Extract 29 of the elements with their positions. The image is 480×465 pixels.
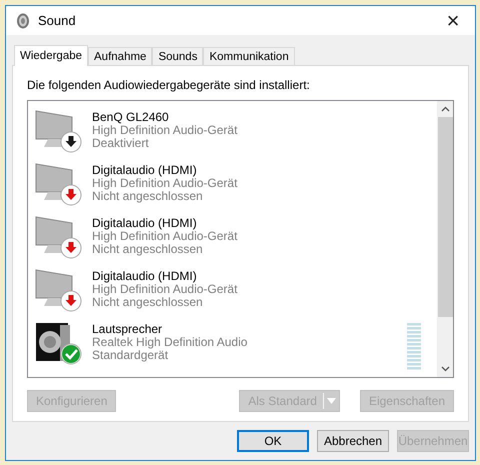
- speaker-icon: [16, 12, 30, 28]
- device-name: Digitalaudio (HDMI): [92, 164, 198, 177]
- tab[interactable]: Kommunikation: [203, 47, 295, 65]
- device-name: Lautsprecher: [92, 323, 164, 336]
- scroll-up-icon[interactable]: [440, 106, 450, 112]
- dialog-button[interactable]: OK: [237, 430, 309, 452]
- scroll-down-icon[interactable]: [440, 366, 450, 372]
- device-state: Nicht angeschlossen: [92, 243, 204, 256]
- scrollbar[interactable]: [437, 101, 453, 377]
- device-state: Deaktiviert: [92, 137, 150, 150]
- device-state: Nicht angeschlossen: [92, 296, 204, 309]
- dialog-button[interactable]: Abbrechen: [317, 430, 389, 452]
- intro-text: Die folgenden Audiowiedergabegeräte sind installiert:: [27, 78, 311, 92]
- device-driver: High Definition Audio-Gerät: [92, 230, 238, 243]
- tab[interactable]: Wiedergabe: [14, 45, 88, 66]
- device-state: Standardgerät: [92, 349, 170, 362]
- scroll-thumb[interactable]: [438, 117, 452, 317]
- device-state: Nicht angeschlossen: [92, 190, 204, 203]
- device-name: Digitalaudio (HDMI): [92, 270, 198, 283]
- device-driver: High Definition Audio-Gerät: [92, 177, 238, 190]
- device-name: Digitalaudio (HDMI): [92, 217, 198, 230]
- close-button[interactable]: ×: [431, 6, 475, 35]
- window-title: Sound: [38, 13, 77, 28]
- tab[interactable]: Sounds: [152, 47, 204, 65]
- device-driver: High Definition Audio-Gerät: [92, 283, 238, 296]
- device-name: BenQ GL2460: [92, 111, 170, 124]
- tab[interactable]: Aufnahme: [88, 47, 152, 65]
- device-driver: High Definition Audio-Gerät: [92, 124, 238, 137]
- device-driver: Realtek High Definition Audio: [92, 336, 248, 349]
